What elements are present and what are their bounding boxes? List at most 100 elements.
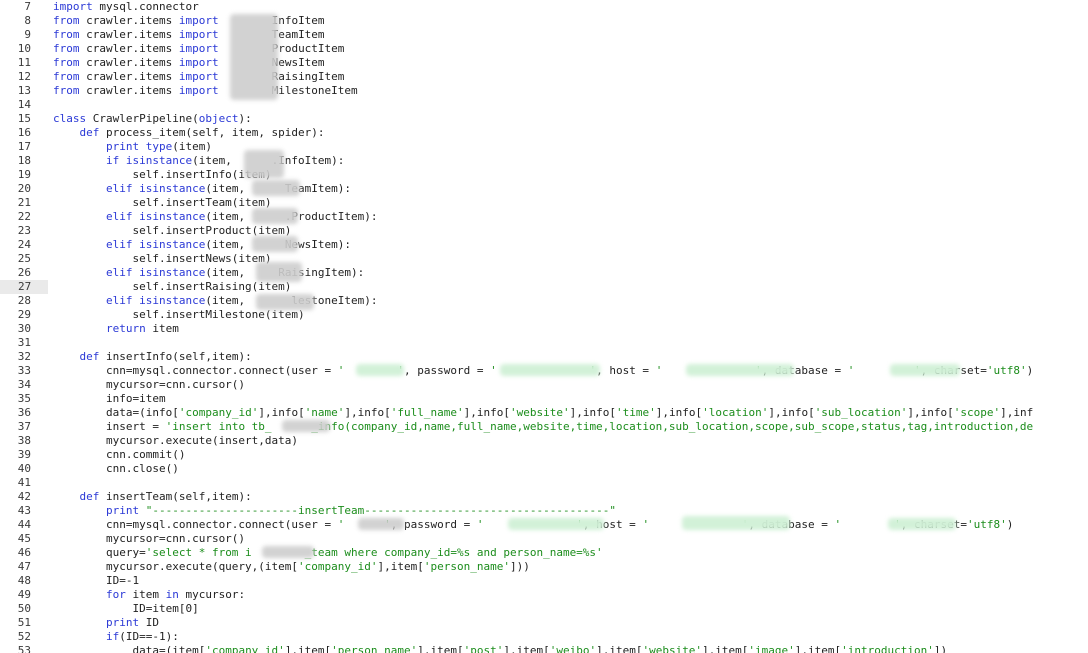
code-token: self.insertTeam(item)	[53, 196, 272, 209]
code-line-text: self.insertNews(item)	[53, 252, 271, 266]
code-line[interactable]: return item	[48, 322, 1088, 336]
string-token: 'scope'	[953, 406, 1001, 419]
code-line[interactable]: info=item	[48, 392, 1088, 406]
code-line[interactable]: insert = 'insert into tb_ _info(company_…	[48, 420, 1088, 434]
code-line[interactable]: def process_item(self, item, spider):	[48, 126, 1088, 140]
string-token: 'company_id'	[205, 644, 285, 653]
code-line-text: def insertTeam(self,item):	[53, 490, 252, 504]
code-line[interactable]: self.insertTeam(item)	[48, 196, 1088, 210]
line-number: 27	[0, 280, 48, 294]
redaction-mask	[282, 420, 330, 432]
string-token: 'time'	[615, 406, 656, 419]
code-line[interactable]: elif isinstance(item, .ProductItem):	[48, 210, 1088, 224]
keyword-token: elif	[105, 294, 133, 307]
code-token: mycursor=cnn.cursor()	[53, 378, 246, 391]
line-number: 45	[17, 532, 31, 545]
code-line[interactable]	[48, 336, 1088, 350]
code-line[interactable]: mycursor=cnn.cursor()	[48, 532, 1088, 546]
line-number: 37	[17, 420, 31, 433]
code-line[interactable]	[48, 476, 1088, 490]
code-line-text: from crawler.items import ProductItem	[53, 42, 344, 56]
code-line[interactable]: from crawler.items import NewsItem	[48, 56, 1088, 70]
code-line-text: elif isinstance(item, lestoneItem):	[53, 294, 378, 308]
code-line-text: elif isinstance(item, RaisingItem):	[53, 266, 364, 280]
code-line[interactable]: cnn.close()	[48, 462, 1088, 476]
keyword-token: for	[105, 588, 126, 601]
code-line[interactable]: from crawler.items import ProductItem	[48, 42, 1088, 56]
line-number: 47	[17, 560, 31, 573]
code-line[interactable]: mycursor.execute(insert,data)	[48, 434, 1088, 448]
string-token: 'weibo'	[549, 644, 597, 653]
code-token: (ID==-1):	[119, 630, 179, 643]
code-line[interactable]: from crawler.items import RaisingItem	[48, 70, 1088, 84]
code-line[interactable]: from crawler.items import InfoItem	[48, 14, 1088, 28]
code-line-text: mycursor=cnn.cursor()	[53, 378, 245, 392]
code-line-text: self.insertTeam(item)	[53, 196, 272, 210]
string-token: 'location'	[702, 406, 769, 419]
code-token: ],item[	[596, 644, 643, 653]
code-line-text: self.insertRaising(item)	[53, 280, 291, 294]
code-line[interactable]: elif isinstance(item, lestoneItem):	[48, 294, 1088, 308]
line-number: 49	[17, 588, 31, 601]
code-token: process_item(self, item, spider):	[99, 126, 325, 139]
code-line[interactable]: from crawler.items import TeamItem	[48, 28, 1088, 42]
code-line[interactable]: mycursor=cnn.cursor()	[48, 378, 1088, 392]
code-line[interactable]: from crawler.items import MilestoneItem	[48, 84, 1088, 98]
code-line[interactable]: self.insertMilestone(item)	[48, 308, 1088, 322]
code-line[interactable]: print ID	[48, 616, 1088, 630]
code-line[interactable]: for item in mycursor:	[48, 588, 1088, 602]
code-line[interactable]: class CrawlerPipeline(object):	[48, 112, 1088, 126]
code-token: mycursor:	[178, 588, 246, 601]
code-line[interactable]: data=(info['company_id'],info['name'],in…	[48, 406, 1088, 420]
redaction-mask	[508, 518, 604, 530]
code-line[interactable]: elif isinstance(item, RaisingItem):	[48, 266, 1088, 280]
line-number: 52	[17, 630, 31, 643]
string-token: 'name'	[304, 406, 345, 419]
line-number: 28	[17, 294, 31, 307]
code-line[interactable]	[48, 98, 1088, 112]
code-line[interactable]: cnn.commit()	[48, 448, 1088, 462]
code-line[interactable]: elif isinstance(item, NewsItem):	[48, 238, 1088, 252]
code-token: insertInfo(self,item):	[99, 350, 252, 363]
code-line[interactable]: self.insertInfo(item)	[48, 168, 1088, 182]
line-number: 11	[17, 56, 31, 69]
code-line[interactable]: self.insertNews(item)	[48, 252, 1088, 266]
code-line[interactable]: mycursor.execute(query,(item['company_id…	[48, 560, 1088, 574]
line-number: 39	[17, 448, 31, 461]
code-line[interactable]: ID=item[0]	[48, 602, 1088, 616]
line-number: 12	[17, 70, 31, 83]
code-line[interactable]: import mysql.connector	[48, 0, 1088, 14]
code-line[interactable]: print "----------------------insertTeam-…	[48, 504, 1088, 518]
code-line-text: elif isinstance(item, .ProductItem):	[53, 210, 378, 224]
code-line[interactable]: self.insertRaising(item)	[48, 280, 1088, 294]
code-line[interactable]: def insertTeam(self,item):	[48, 490, 1088, 504]
code-line-text: mycursor.execute(insert,data)	[53, 434, 298, 448]
code-line-text: self.insertMilestone(item)	[53, 308, 304, 322]
code-editor[interactable]: 7 8 9 10 11 12 13 14 15 16 17 18 19 20 21 22 23 24 25 26 27 2…	[0, 0, 1088, 653]
code-line[interactable]: elif isinstance(item, TeamItem):	[48, 182, 1088, 196]
code-line[interactable]: if isinstance(item, .InfoItem):	[48, 154, 1088, 168]
code-line[interactable]: def insertInfo(self,item):	[48, 350, 1088, 364]
code-area[interactable]: import mysql.connector from crawler.items…	[48, 0, 1088, 653]
code-token: ])	[933, 644, 948, 653]
code-line-text: info=item	[53, 392, 166, 406]
redaction-mask	[252, 180, 300, 196]
line-number: 48	[17, 574, 31, 587]
code-line[interactable]: self.insertProduct(item)	[48, 224, 1088, 238]
code-line[interactable]: if(ID==-1):	[48, 630, 1088, 644]
code-line[interactable]: data=(item['company_id'],item['person_na…	[48, 644, 1088, 653]
redaction-mask	[256, 262, 302, 282]
code-token: (item)	[172, 140, 212, 153]
code-token: self.insertInfo(item)	[53, 168, 272, 181]
code-token: ],item[	[503, 644, 550, 653]
code-line[interactable]: ID=-1	[48, 574, 1088, 588]
code-line[interactable]: query='select * from i _team where compa…	[48, 546, 1088, 560]
code-line[interactable]: print type(item)	[48, 140, 1088, 154]
keyword-token: import	[178, 56, 219, 69]
string-token: 'select * from i _team where company_id=…	[145, 546, 603, 559]
